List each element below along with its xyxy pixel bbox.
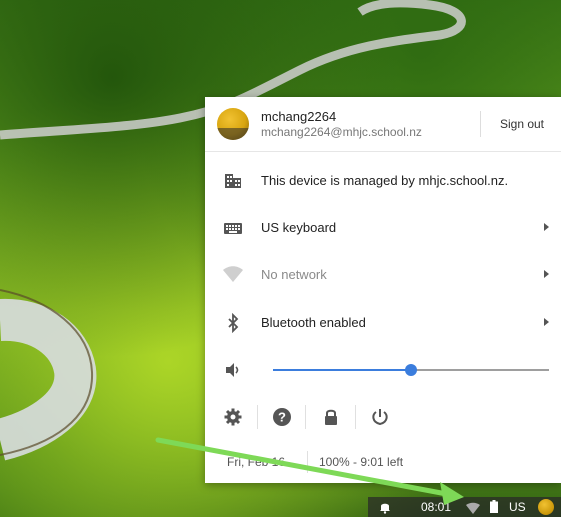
user-divider: [480, 111, 481, 137]
wifi-icon: [223, 266, 243, 282]
shelf-language[interactable]: US: [509, 500, 526, 514]
status-area-shelf[interactable]: 08:01 US: [368, 497, 561, 517]
date-label[interactable]: Fri, Feb 16: [227, 455, 285, 469]
user-name: mchang2264: [261, 109, 337, 124]
battery-status: 100% - 9:01 left: [319, 455, 404, 469]
shelf-time[interactable]: 08:01: [421, 500, 451, 514]
help-icon[interactable]: ?: [272, 407, 292, 427]
speaker-icon[interactable]: [223, 360, 243, 380]
power-icon[interactable]: [370, 407, 390, 427]
svg-text:?: ?: [278, 410, 286, 425]
managed-device-row[interactable]: This device is managed by mhjc.school.nz…: [205, 157, 561, 205]
managed-device-label: This device is managed by mhjc.school.nz…: [261, 173, 509, 188]
volume-slider-thumb[interactable]: [405, 364, 417, 376]
status-row: Fri, Feb 16 100% - 9:01 left: [205, 447, 561, 477]
bluetooth-row[interactable]: Bluetooth enabled: [205, 299, 561, 347]
shelf-avatar[interactable]: [538, 499, 554, 515]
battery-icon: [490, 500, 498, 513]
volume-slider[interactable]: [273, 364, 549, 376]
button-separator: [257, 405, 258, 429]
bluetooth-label: Bluetooth enabled: [261, 315, 366, 330]
wifi-icon: [466, 502, 480, 514]
network-label: No network: [261, 267, 327, 282]
button-separator: [305, 405, 306, 429]
quick-buttons-row: ?: [205, 397, 561, 437]
keyboard-label: US keyboard: [261, 220, 337, 235]
bluetooth-icon: [228, 313, 239, 333]
status-separator: [307, 451, 308, 473]
button-separator: [355, 405, 356, 429]
chevron-right-icon: [544, 223, 549, 231]
user-row: mchang2264 mchang2264@mhjc.school.nz Sig…: [205, 97, 561, 152]
building-icon: [225, 174, 241, 188]
volume-slider-fill: [273, 369, 411, 371]
keyboard-icon: [224, 223, 242, 234]
lock-icon[interactable]: [321, 407, 341, 427]
user-email: mchang2264@mhjc.school.nz: [261, 125, 422, 139]
notification-bell-icon[interactable]: [378, 500, 392, 514]
chevron-right-icon: [544, 270, 549, 278]
system-tray-panel: mchang2264 mchang2264@mhjc.school.nz Sig…: [205, 97, 561, 483]
chevron-right-icon: [544, 318, 549, 326]
network-row[interactable]: No network: [205, 251, 561, 299]
keyboard-row[interactable]: US keyboard: [205, 204, 561, 252]
sign-out-button[interactable]: Sign out: [486, 111, 558, 137]
user-avatar: [217, 108, 249, 140]
settings-icon[interactable]: [223, 407, 243, 427]
